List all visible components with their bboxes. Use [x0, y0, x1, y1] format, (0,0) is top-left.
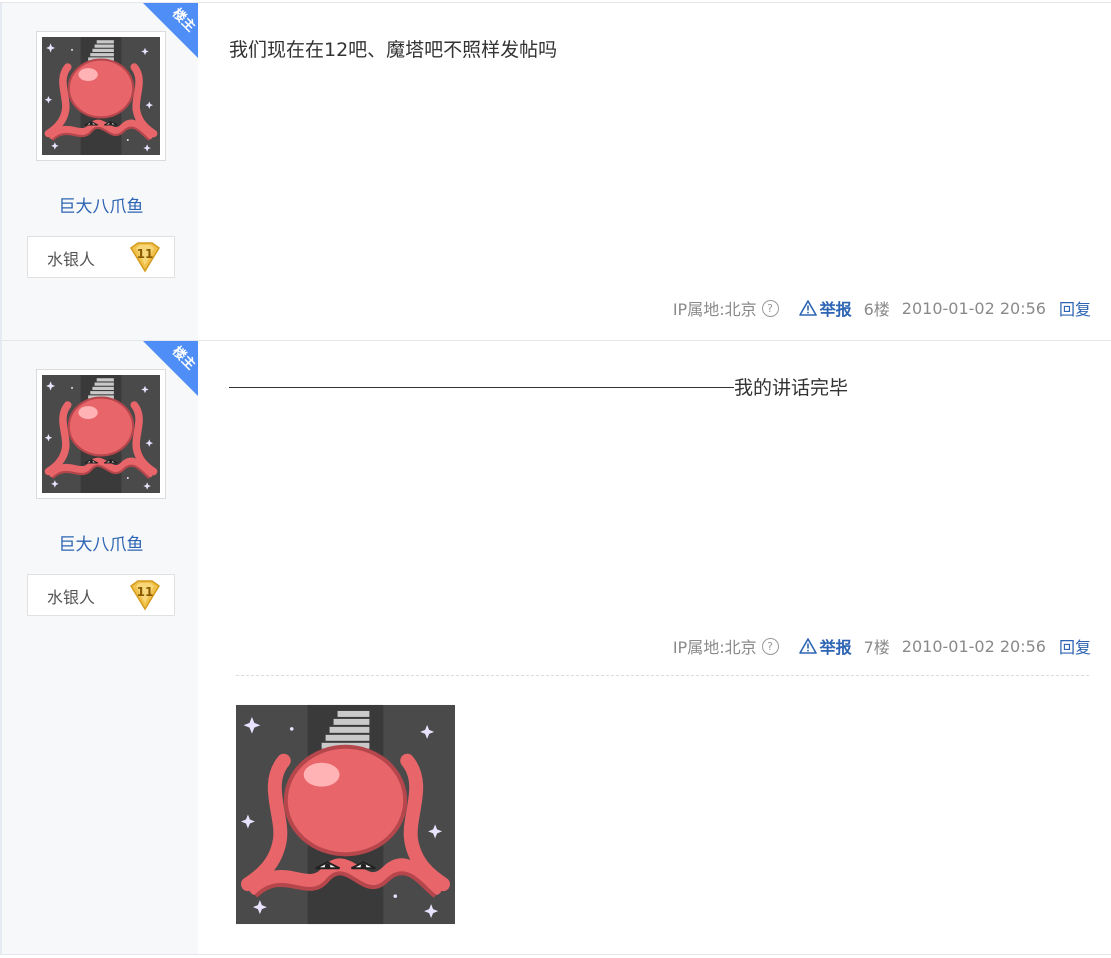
help-icon[interactable]: ? — [761, 299, 779, 317]
reply-separator — [236, 675, 1089, 676]
owner-badge: 楼主 — [143, 341, 198, 396]
help-icon[interactable]: ? — [761, 637, 779, 655]
report-button[interactable]: 举报 — [798, 634, 852, 658]
reply-link[interactable]: 回复 — [1059, 296, 1091, 320]
author-sidebar: 巨大八爪鱼 水银人 11 — [0, 341, 198, 954]
level-number: 11 — [137, 585, 154, 599]
post-time: 2010-01-02 20:56 — [901, 298, 1046, 318]
level-badge[interactable]: 水银人 11 — [27, 574, 175, 616]
reply-link[interactable]: 回复 — [1059, 634, 1091, 658]
long-dash-line — [229, 387, 734, 388]
floor-number: 6楼 — [863, 300, 890, 319]
post-floor-6: 巨大八爪鱼 水银人 11 楼主 我们现在在12吧、魔塔吧不照样发帖吗 IP属地:… — [0, 2, 1111, 342]
level-badge-icon: 11 — [129, 242, 161, 273]
post-meta: IP属地:北京 ? 举报 6楼 2010-01-02 20:56 回复 — [673, 296, 1091, 320]
ip-location: IP属地:北京 — [672, 300, 757, 319]
floor-number: 7楼 — [863, 638, 890, 657]
post-image[interactable] — [236, 698, 455, 931]
post-meta: IP属地:北京 ? 举报 7楼 2010-01-02 20:56 回复 — [673, 634, 1091, 658]
username-link[interactable]: 巨大八爪鱼 — [2, 192, 200, 217]
level-badge[interactable]: 水银人 11 — [27, 236, 175, 278]
report-label: 举报 — [819, 638, 852, 657]
post-floor-7: 巨大八爪鱼 水银人 11 楼主 我的讲话完毕 IP属地:北京 ? 举报 7楼 2… — [0, 340, 1111, 955]
level-badge-icon: 11 — [129, 580, 161, 611]
level-number: 11 — [137, 247, 154, 261]
username-link[interactable]: 巨大八爪鱼 — [2, 530, 200, 555]
report-label: 举报 — [819, 300, 852, 319]
ip-location: IP属地:北京 — [672, 638, 757, 657]
post-content: 我们现在在12吧、魔塔吧不照样发帖吗 — [229, 39, 558, 61]
post-time: 2010-01-02 20:56 — [901, 636, 1046, 656]
report-button[interactable]: 举报 — [798, 296, 852, 320]
octopus-image — [236, 698, 455, 931]
level-name: 水银人 — [47, 250, 96, 269]
owner-badge: 楼主 — [143, 3, 198, 58]
post-content-text: 我的讲话完毕 — [734, 377, 849, 399]
warning-icon — [798, 300, 817, 316]
post-content: 我的讲话完毕 — [229, 373, 848, 400]
warning-icon — [798, 638, 817, 654]
level-name: 水银人 — [47, 588, 96, 607]
